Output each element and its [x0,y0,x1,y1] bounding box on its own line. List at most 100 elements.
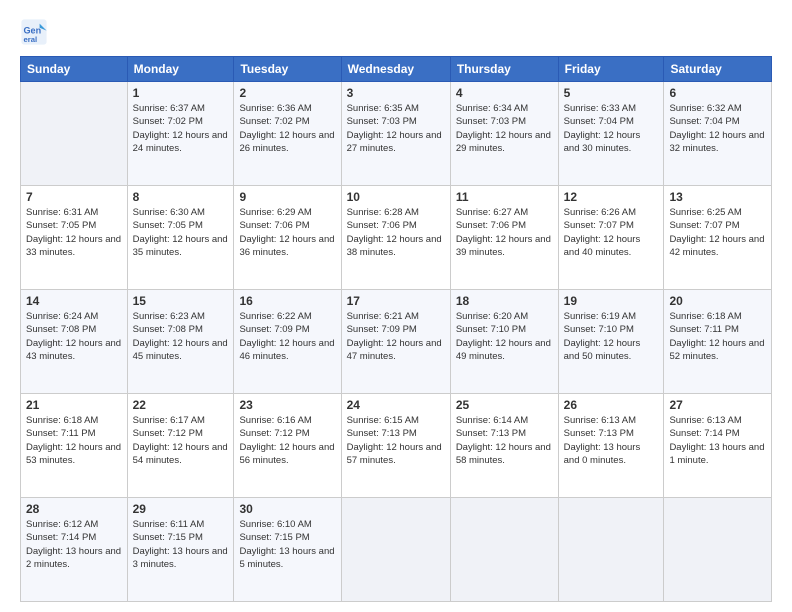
day-info: Sunrise: 6:20 AMSunset: 7:10 PMDaylight:… [456,310,553,363]
sunrise-text: Sunrise: 6:12 AM [26,518,122,531]
day-info: Sunrise: 6:19 AMSunset: 7:10 PMDaylight:… [564,310,659,363]
day-number: 5 [564,86,659,100]
col-header-monday: Monday [127,57,234,82]
sunrise-text: Sunrise: 6:10 AM [239,518,335,531]
day-info: Sunrise: 6:26 AMSunset: 7:07 PMDaylight:… [564,206,659,259]
daylight-text: Daylight: 12 hours and 56 minutes. [239,441,335,468]
daylight-text: Daylight: 12 hours and 32 minutes. [669,129,766,156]
day-info: Sunrise: 6:17 AMSunset: 7:12 PMDaylight:… [133,414,229,467]
day-number: 2 [239,86,335,100]
day-cell: 22Sunrise: 6:17 AMSunset: 7:12 PMDayligh… [127,394,234,498]
sunset-text: Sunset: 7:14 PM [669,427,766,440]
week-row-4: 21Sunrise: 6:18 AMSunset: 7:11 PMDayligh… [21,394,772,498]
sunset-text: Sunset: 7:15 PM [239,531,335,544]
daylight-text: Daylight: 12 hours and 39 minutes. [456,233,553,260]
day-number: 20 [669,294,766,308]
day-number: 15 [133,294,229,308]
sunset-text: Sunset: 7:05 PM [133,219,229,232]
day-number: 27 [669,398,766,412]
sunrise-text: Sunrise: 6:18 AM [26,414,122,427]
sunset-text: Sunset: 7:13 PM [456,427,553,440]
day-info: Sunrise: 6:22 AMSunset: 7:09 PMDaylight:… [239,310,335,363]
day-info: Sunrise: 6:34 AMSunset: 7:03 PMDaylight:… [456,102,553,155]
day-cell: 16 Sunrise: 6:22 AMSunset: 7:09 PMDayligh… [234,290,341,394]
sunrise-text: Sunrise: 6:24 AM [26,310,122,323]
daylight-text: Daylight: 12 hours and 27 minutes. [347,129,445,156]
sunset-text: Sunset: 7:06 PM [239,219,335,232]
svg-text:eral: eral [24,35,38,44]
day-info: Sunrise: 6:37 AMSunset: 7:02 PMDaylight:… [133,102,229,155]
col-header-saturday: Saturday [664,57,772,82]
sunrise-text: Sunrise: 6:30 AM [133,206,229,219]
day-cell: 26Sunrise: 6:13 AMSunset: 7:13 PMDayligh… [558,394,664,498]
day-info: Sunrise: 6:35 AMSunset: 7:03 PMDaylight:… [347,102,445,155]
day-number: 11 [456,190,553,204]
sunrise-text: Sunrise: 6:26 AM [564,206,659,219]
day-cell: 8Sunrise: 6:30 AMSunset: 7:05 PMDaylight… [127,186,234,290]
sunrise-text: Sunrise: 6:22 AM [239,310,335,323]
daylight-text: Daylight: 13 hours and 2 minutes. [26,545,122,572]
daylight-text: Daylight: 12 hours and 47 minutes. [347,337,445,364]
day-number: 19 [564,294,659,308]
sunset-text: Sunset: 7:03 PM [456,115,553,128]
daylight-text: Daylight: 13 hours and 3 minutes. [133,545,229,572]
day-info: Sunrise: 6:18 AMSunset: 7:11 PMDaylight:… [26,414,122,467]
sunset-text: Sunset: 7:10 PM [564,323,659,336]
day-info: Sunrise: 6:15 AMSunset: 7:13 PMDaylight:… [347,414,445,467]
sunset-text: Sunset: 7:13 PM [347,427,445,440]
daylight-text: Daylight: 12 hours and 35 minutes. [133,233,229,260]
sunrise-text: Sunrise: 6:16 AM [239,414,335,427]
day-cell: 28 Sunrise: 6:12 AMSunset: 7:14 PMDayligh… [21,498,128,602]
daylight-text: Daylight: 12 hours and 57 minutes. [347,441,445,468]
daylight-text: Daylight: 12 hours and 46 minutes. [239,337,335,364]
week-row-5: 28Sunrise: 6:12 AMSunset: 7:14 PMDayligh… [21,498,772,602]
day-cell: 21Sunrise: 6:18 AMSunset: 7:11 PMDayligh… [21,394,128,498]
sunset-text: Sunset: 7:03 PM [347,115,445,128]
day-info: Sunrise: 6:10 AMSunset: 7:15 PMDaylight:… [239,518,335,571]
sunset-text: Sunset: 7:14 PM [26,531,122,544]
day-number: 16 [239,294,335,308]
day-info: Sunrise: 6:21 AMSunset: 7:09 PMDaylight:… [347,310,445,363]
day-number: 23 [239,398,335,412]
day-cell: 19 Sunrise: 6:19 AMSunset: 7:10 PMDayligh… [558,290,664,394]
day-number: 26 [564,398,659,412]
day-cell: 2Sunrise: 6:36 AMSunset: 7:02 PMDaylight… [234,82,341,186]
daylight-text: Daylight: 13 hours and 0 minutes. [564,441,659,468]
logo-icon: Gen eral [20,18,48,46]
calendar-header-row: SundayMondayTuesdayWednesdayThursdayFrid… [21,57,772,82]
sunrise-text: Sunrise: 6:23 AM [133,310,229,323]
day-number: 12 [564,190,659,204]
sunset-text: Sunset: 7:11 PM [669,323,766,336]
calendar-table: SundayMondayTuesdayWednesdayThursdayFrid… [20,56,772,602]
day-info: Sunrise: 6:12 AMSunset: 7:14 PMDaylight:… [26,518,122,571]
day-number: 6 [669,86,766,100]
day-info: Sunrise: 6:24 AMSunset: 7:08 PMDaylight:… [26,310,122,363]
day-info: Sunrise: 6:27 AMSunset: 7:06 PMDaylight:… [456,206,553,259]
day-number: 9 [239,190,335,204]
sunset-text: Sunset: 7:02 PM [133,115,229,128]
sunset-text: Sunset: 7:07 PM [669,219,766,232]
day-cell: 23Sunrise: 6:16 AMSunset: 7:12 PMDayligh… [234,394,341,498]
sunset-text: Sunset: 7:12 PM [133,427,229,440]
day-number: 28 [26,502,122,516]
daylight-text: Daylight: 12 hours and 54 minutes. [133,441,229,468]
day-cell [341,498,450,602]
day-cell: 3Sunrise: 6:35 AMSunset: 7:03 PMDaylight… [341,82,450,186]
day-info: Sunrise: 6:32 AMSunset: 7:04 PMDaylight:… [669,102,766,155]
daylight-text: Daylight: 12 hours and 29 minutes. [456,129,553,156]
day-info: Sunrise: 6:25 AMSunset: 7:07 PMDaylight:… [669,206,766,259]
day-info: Sunrise: 6:31 AMSunset: 7:05 PMDaylight:… [26,206,122,259]
day-info: Sunrise: 6:29 AMSunset: 7:06 PMDaylight:… [239,206,335,259]
sunrise-text: Sunrise: 6:13 AM [564,414,659,427]
sunrise-text: Sunrise: 6:20 AM [456,310,553,323]
sunrise-text: Sunrise: 6:36 AM [239,102,335,115]
daylight-text: Daylight: 12 hours and 53 minutes. [26,441,122,468]
daylight-text: Daylight: 12 hours and 30 minutes. [564,129,659,156]
daylight-text: Daylight: 12 hours and 24 minutes. [133,129,229,156]
page: Gen eral SundayMondayTuesdayWednesdayThu… [0,0,792,612]
sunset-text: Sunset: 7:04 PM [564,115,659,128]
sunrise-text: Sunrise: 6:11 AM [133,518,229,531]
logo: Gen eral [20,18,50,46]
day-number: 4 [456,86,553,100]
col-header-sunday: Sunday [21,57,128,82]
